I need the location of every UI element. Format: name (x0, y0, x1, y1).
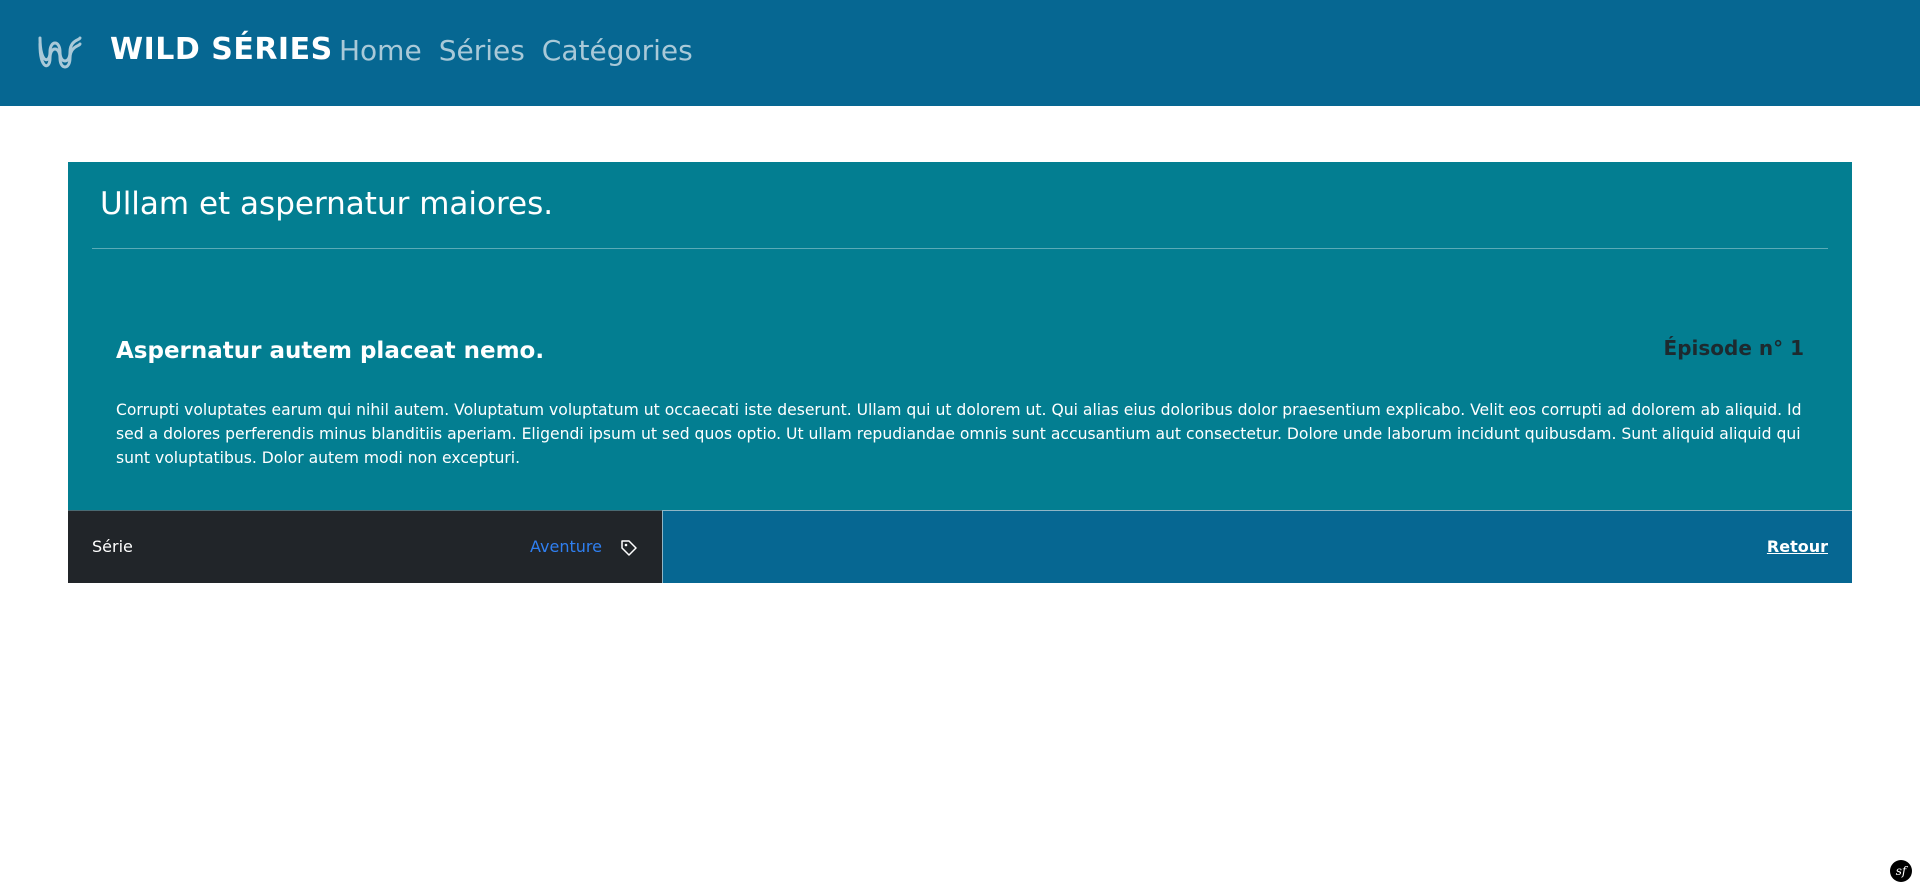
category-link[interactable]: Aventure (530, 537, 602, 556)
brand-name[interactable]: WILD SÉRIES (110, 32, 333, 67)
episode-title: Aspernatur autem placeat nemo. (116, 338, 545, 364)
symfony-toolbar-icon[interactable]: sf (1890, 860, 1912, 882)
nav-link-categories[interactable]: Catégories (542, 34, 693, 67)
season-title: Ullam et aspernatur maiores. (100, 186, 554, 222)
header-divider (92, 248, 1828, 249)
tag-icon (621, 540, 637, 556)
back-link[interactable]: Retour (1767, 537, 1828, 556)
main-nav: Home Séries Catégories (339, 34, 693, 67)
card-footer: Série Aventure Retour (68, 510, 1852, 583)
nav-link-series[interactable]: Séries (439, 34, 525, 67)
serie-label: Série (92, 537, 133, 556)
episode-card: Ullam et aspernatur maiores. Aspernatur … (68, 162, 1852, 583)
serie-info: Série Aventure (68, 510, 662, 583)
episode-number: Épisode n° 1 (1663, 336, 1804, 360)
wild-logo-icon[interactable] (36, 34, 84, 72)
episode-synopsis: Corrupti voluptates earum qui nihil aute… (116, 401, 1802, 467)
footer-actions: Retour (662, 510, 1852, 583)
nav-link-home[interactable]: Home (339, 34, 422, 67)
navbar: WILD SÉRIES Home Séries Catégories (0, 0, 1920, 106)
